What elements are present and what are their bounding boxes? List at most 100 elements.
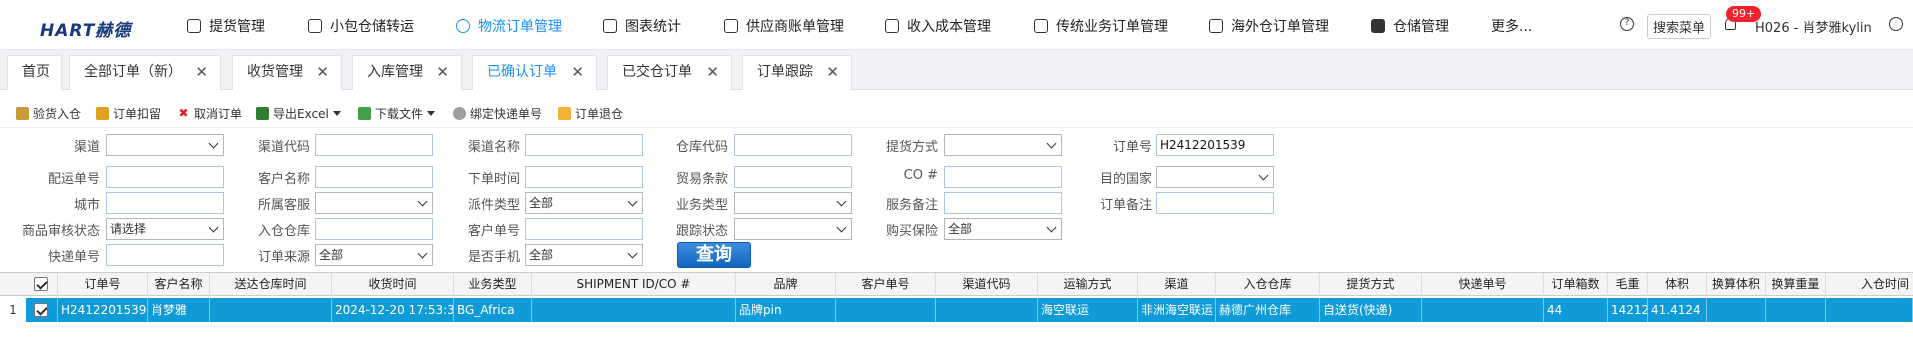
track-status-select[interactable] — [734, 218, 852, 240]
col-channel[interactable]: 渠道 — [1138, 273, 1216, 296]
col-converted-volume[interactable]: 换算体积 — [1707, 273, 1766, 296]
language-icon[interactable] — [1889, 17, 1903, 31]
user-name[interactable]: H026 - 肖梦雅kylin — [1755, 17, 1872, 36]
delivery-no-input[interactable] — [106, 166, 224, 188]
col-shipment-id[interactable]: SHIPMENT ID/CO # — [532, 273, 736, 296]
channel-select[interactable] — [106, 134, 224, 156]
top-navigation: HART赫德 提货管理 小包仓储转运 物流订单管理 图表统计 供应商账单管理 收… — [0, 0, 1913, 50]
label-channel-code: 渠道代码 — [257, 140, 310, 155]
hold-order-button[interactable]: 订单扣留 — [96, 105, 161, 122]
label-pickup-method: 提货方式 — [885, 140, 938, 155]
order-source-select[interactable]: 全部 — [315, 244, 433, 266]
label-dest-country: 目的国家 — [1099, 172, 1152, 187]
shield-icon — [885, 19, 899, 33]
row-checkbox[interactable] — [34, 303, 48, 317]
col-order-no[interactable]: 订单号 — [58, 273, 148, 296]
tab-all-orders[interactable]: 全部订单（新） ✕ — [69, 55, 221, 90]
nav-logistics-orders[interactable]: 物流订单管理 — [456, 16, 562, 36]
nav-charts[interactable]: 图表统计 — [603, 16, 681, 36]
house-icon — [16, 107, 29, 120]
dest-country-select[interactable] — [1156, 166, 1274, 188]
table-row[interactable]: 1 H2412201539 肖梦雅 2024-12-20 17:53:36 BG… — [0, 298, 1913, 322]
nav-more[interactable]: 更多... — [1491, 16, 1532, 36]
is-mobile-select[interactable]: 全部 — [525, 244, 643, 266]
service-note-input[interactable] — [944, 192, 1062, 214]
nav-small-parcel[interactable]: 小包仓储转运 — [308, 16, 414, 36]
help-icon[interactable]: ? — [1620, 17, 1634, 31]
tab-home[interactable]: 首页 — [7, 55, 62, 90]
inspect-inbound-button[interactable]: 验货入仓 — [16, 105, 81, 122]
col-volume[interactable]: 体积 — [1648, 273, 1707, 296]
col-converted-weight[interactable]: 换算重量 — [1766, 273, 1826, 296]
query-button[interactable]: 查询 — [677, 242, 751, 268]
col-business-type[interactable]: 业务类型 — [454, 273, 532, 296]
close-icon[interactable]: ✕ — [571, 56, 584, 89]
nav-overseas-orders[interactable]: 海外仓订单管理 — [1209, 16, 1329, 36]
nav-income-cost[interactable]: 收入成本管理 — [885, 16, 991, 36]
business-type-select[interactable] — [734, 192, 852, 214]
col-inbound-time[interactable]: 入仓时间 — [1826, 273, 1913, 296]
cell-customer-name: 肖梦雅 — [148, 298, 210, 322]
pickup-method-select[interactable] — [944, 134, 1062, 156]
col-brand[interactable]: 品牌 — [736, 273, 836, 296]
col-box-count[interactable]: 订单箱数 — [1544, 273, 1608, 296]
col-inbound-warehouse[interactable]: 入仓仓库 — [1216, 273, 1320, 296]
search-menu-button[interactable]: 搜索菜单 — [1647, 14, 1712, 39]
warehouse-code-input[interactable] — [734, 134, 852, 156]
tab-delivered-orders[interactable]: 已交仓订单 ✕ — [607, 55, 732, 90]
close-icon[interactable]: ✕ — [436, 56, 449, 89]
insurance-select[interactable]: 全部 — [944, 218, 1062, 240]
col-receive-time[interactable]: 收货时间 — [332, 273, 454, 296]
city-input[interactable] — [106, 192, 224, 214]
col-customer-name[interactable]: 客户名称 — [148, 273, 210, 296]
col-transport-mode[interactable]: 运输方式 — [1038, 273, 1138, 296]
close-icon[interactable]: ✕ — [826, 56, 839, 89]
inbound-warehouse-input[interactable] — [315, 218, 433, 240]
col-customer-order-no[interactable]: 客户单号 — [836, 273, 936, 296]
nav-pickup-management[interactable]: 提货管理 — [187, 16, 265, 36]
return-order-button[interactable]: 订单退仓 — [558, 105, 623, 122]
channel-name-input[interactable] — [525, 134, 643, 156]
download-file-button[interactable]: 下载文件 — [358, 105, 436, 122]
tab-receiving[interactable]: 收货管理 ✕ — [232, 55, 342, 90]
chevron-down-icon — [427, 111, 436, 116]
brand-logo[interactable]: HART赫德 — [40, 16, 131, 41]
order-note-input[interactable] — [1156, 192, 1274, 214]
tab-confirmed-orders[interactable]: 已确认订单 ✕ — [472, 55, 597, 90]
col-channel-code[interactable]: 渠道代码 — [936, 273, 1038, 296]
col-pickup-method[interactable]: 提货方式 — [1320, 273, 1422, 296]
express-no-input[interactable] — [106, 244, 224, 266]
cell-box-count: 44 — [1544, 298, 1608, 322]
customer-service-select[interactable] — [315, 192, 433, 214]
channel-code-input[interactable] — [315, 134, 433, 156]
label-channel: 渠道 — [73, 140, 100, 155]
close-icon[interactable]: ✕ — [316, 56, 329, 89]
tab-inbound[interactable]: 入库管理 ✕ — [352, 55, 462, 90]
customer-name-input[interactable] — [315, 166, 433, 188]
nav-traditional-orders[interactable]: 传统业务订单管理 — [1034, 16, 1168, 36]
co-no-input[interactable] — [944, 166, 1062, 188]
col-gross-weight[interactable]: 毛重 — [1608, 273, 1648, 296]
bind-express-button[interactable]: 绑定快递单号 — [453, 105, 542, 122]
label-co-no: CO # — [903, 168, 938, 183]
cancel-order-button[interactable]: ✖ 取消订单 — [177, 105, 242, 122]
nav-supplier-bills[interactable]: 供应商账单管理 — [724, 16, 844, 36]
cell-customer-order-no — [836, 298, 936, 322]
customer-order-no-input[interactable] — [525, 218, 643, 240]
tab-order-tracking[interactable]: 订单跟踪 ✕ — [742, 55, 852, 90]
nav-warehouse[interactable]: 仓储管理 — [1371, 16, 1449, 36]
export-excel-button[interactable]: 导出Excel — [256, 105, 341, 122]
order-time-input[interactable] — [525, 166, 643, 188]
close-icon[interactable]: ✕ — [706, 56, 719, 89]
review-status-select[interactable]: 请选择 — [106, 218, 224, 240]
bill-icon — [724, 19, 738, 33]
col-express-no[interactable]: 快递单号 — [1422, 273, 1544, 296]
close-icon[interactable]: ✕ — [195, 56, 208, 89]
select-all-checkbox[interactable] — [34, 277, 48, 291]
order-no-input[interactable]: H2412201539 — [1156, 134, 1274, 156]
trade-terms-input[interactable] — [734, 166, 852, 188]
select-all-cell — [26, 273, 58, 296]
col-arrival-time[interactable]: 送达仓库时间 — [210, 273, 332, 296]
row-number: 1 — [9, 303, 17, 317]
dispatch-type-select[interactable]: 全部 — [525, 192, 643, 214]
